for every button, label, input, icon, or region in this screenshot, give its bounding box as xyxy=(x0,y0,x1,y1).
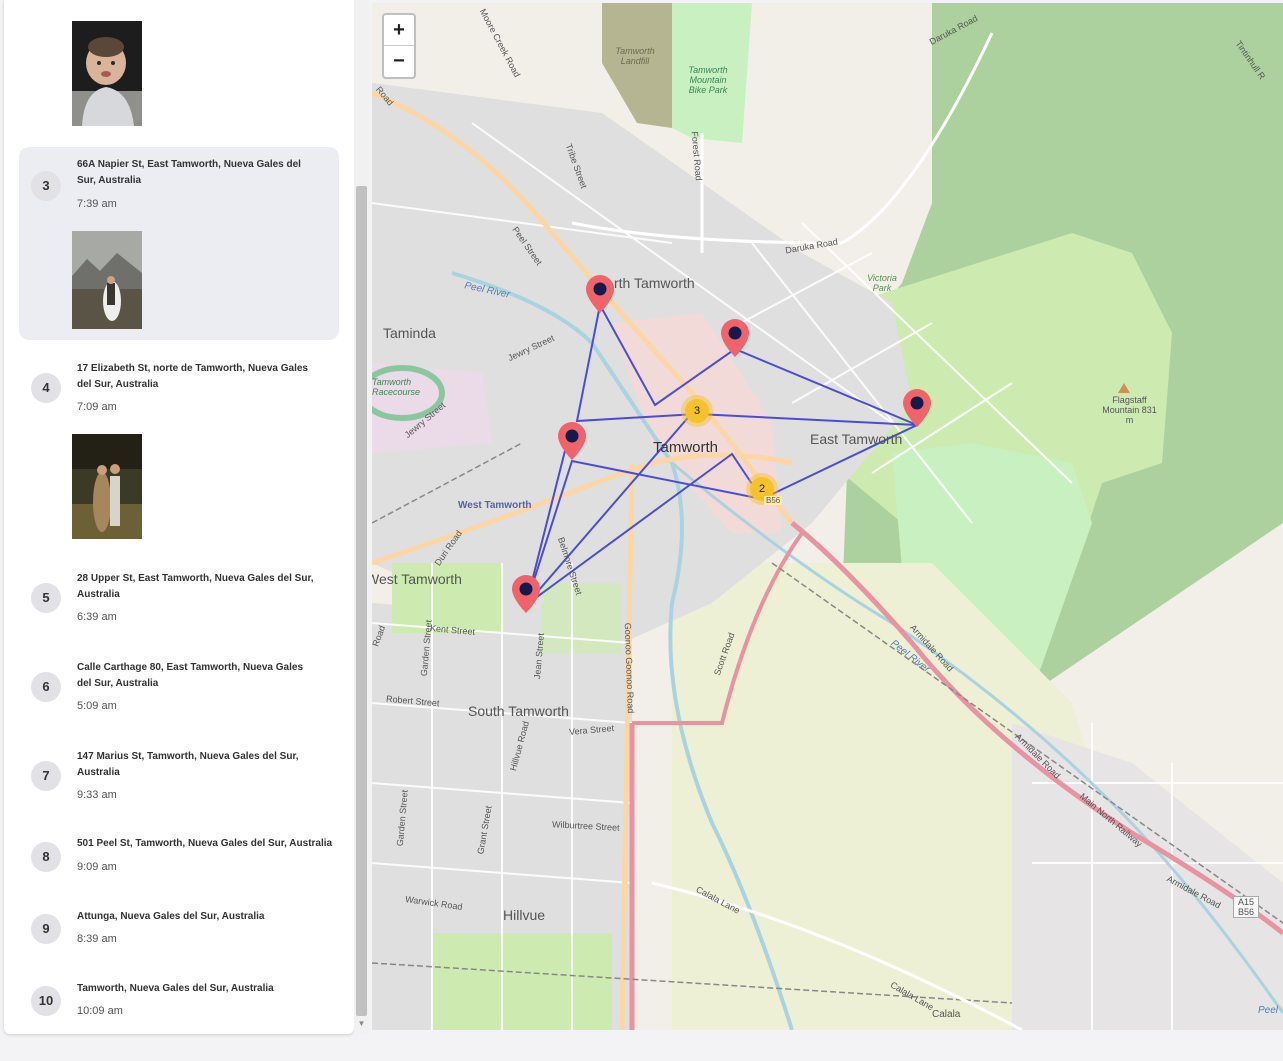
place-label: East Tamworth xyxy=(810,431,903,447)
stop-time: 7:09 am xyxy=(77,401,117,413)
place-label: Tamworth Landfill xyxy=(615,46,655,66)
stop-number-badge: 5 xyxy=(31,583,61,613)
stop-number-badge: 4 xyxy=(31,373,61,403)
stop-time: 10:09 am xyxy=(77,1005,123,1017)
place-label: West Tamworth xyxy=(372,571,462,587)
stop-item-3[interactable]: 3 66A Napier St, East Tamworth, Nueva Ga… xyxy=(19,147,339,340)
place-label: Calala xyxy=(932,1009,961,1020)
stop-time: 6:39 am xyxy=(77,611,117,623)
stop-number-badge: 9 xyxy=(31,914,61,944)
route-shield: B56 xyxy=(764,496,783,505)
stop-photo-field-couple[interactable] xyxy=(72,434,142,539)
park-label: Victoria Park xyxy=(867,273,897,293)
stop-address: 17 Elizabeth St, norte de Tamworth, Nuev… xyxy=(77,363,308,390)
river-label: Peel xyxy=(1258,1005,1279,1016)
zoom-in-button[interactable]: + xyxy=(384,15,414,46)
place-label: West Tamworth xyxy=(458,500,532,511)
stop-address: Calle Carthage 80, East Tamworth, Nueva … xyxy=(77,662,304,689)
place-label: Taminda xyxy=(383,325,436,341)
stop-item-10[interactable]: 10 Tamworth, Nueva Gales del Sur, Austra… xyxy=(19,979,339,1034)
stop-item-6[interactable]: 6 Calle Carthage 80, East Tamworth, Nuev… xyxy=(19,649,339,729)
stop-address: 147 Marius St, Tamworth, Nueva Gales del… xyxy=(77,751,299,778)
stop-number-badge: 8 xyxy=(31,842,61,872)
map-marker-icon[interactable] xyxy=(721,319,749,357)
stop-address: 66A Napier St, East Tamworth, Nueva Gale… xyxy=(77,159,301,186)
stop-time: 9:33 am xyxy=(77,789,117,801)
map-view[interactable]: 3 2 rth Tamworth Tamworth East Tamworth … xyxy=(372,3,1283,1030)
stop-item-5[interactable]: 5 28 Upper St, East Tamworth, Nueva Gale… xyxy=(19,560,339,640)
stop-number-badge: 6 xyxy=(31,672,61,702)
stop-photo-mountain-couple[interactable] xyxy=(72,231,142,336)
place-label: South Tamworth xyxy=(468,703,569,719)
scroll-down-arrow-icon[interactable]: ▼ xyxy=(356,1018,367,1030)
place-label: rth Tamworth xyxy=(614,275,695,291)
stop-time: 5:09 am xyxy=(77,700,117,712)
stop-address: 28 Upper St, East Tamworth, Nueva Gales … xyxy=(77,573,314,600)
peak-label: Flagstaff Mountain 831 m xyxy=(1102,395,1157,425)
stops-sidebar: 3 66A Napier St, East Tamworth, Nueva Ga… xyxy=(4,0,354,1034)
stop-address: Tamworth, Nueva Gales del Sur, Australia xyxy=(77,983,274,994)
map-marker-icon[interactable] xyxy=(586,275,614,313)
stop-number-badge: 10 xyxy=(31,986,61,1016)
stop-number-badge: 3 xyxy=(31,171,61,201)
place-label: Tamworth Mountain Bike Park xyxy=(688,65,728,95)
route-shield: A15 B56 xyxy=(1233,896,1259,918)
place-label: Tamworth xyxy=(653,439,719,456)
map-marker-icon[interactable] xyxy=(903,389,931,427)
zoom-out-button[interactable]: − xyxy=(384,46,414,76)
sidebar-scrollbar-thumb[interactable] xyxy=(356,186,367,1016)
stop-number-badge: 7 xyxy=(31,761,61,791)
stop-item-9[interactable]: 9 Attunga, Nueva Gales del Sur, Australi… xyxy=(19,907,339,977)
map-marker-icon[interactable] xyxy=(558,422,586,460)
stop-time: 8:39 am xyxy=(77,933,117,945)
map-marker-icon[interactable] xyxy=(512,575,540,613)
place-label: Hillvue xyxy=(503,907,546,923)
stop-time: 7:39 am xyxy=(77,198,117,210)
stop-photo-baby[interactable] xyxy=(72,21,142,126)
marker-cluster[interactable]: 3 xyxy=(685,399,709,423)
stop-address: Attunga, Nueva Gales del Sur, Australia xyxy=(77,911,265,922)
stop-item-8[interactable]: 8 501 Peel St, Tamworth, Nueva Gales del… xyxy=(19,834,339,904)
stop-time: 9:09 am xyxy=(77,861,117,873)
map-markers xyxy=(512,275,931,613)
stop-address: 501 Peel St, Tamworth, Nueva Gales del S… xyxy=(77,838,333,849)
stop-item-4[interactable]: 4 17 Elizabeth St, norte de Tamworth, Nu… xyxy=(19,350,339,550)
stop-item-7[interactable]: 7 147 Marius St, Tamworth, Nueva Gales d… xyxy=(19,738,339,818)
zoom-control: + − xyxy=(382,13,416,79)
place-label: Tamworth Racecourse xyxy=(372,377,421,397)
